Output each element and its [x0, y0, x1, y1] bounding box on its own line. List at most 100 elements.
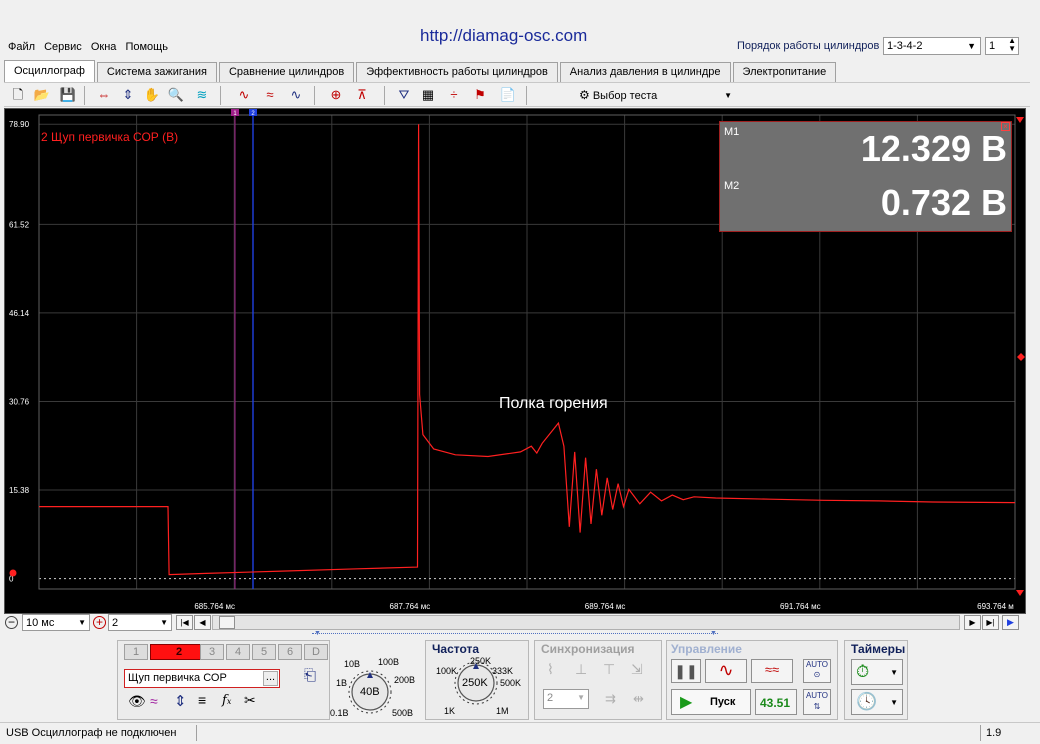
chevron-down-icon: ▼: [724, 91, 732, 100]
menu-service[interactable]: Сервис: [44, 41, 82, 53]
tab-cylinder-efficiency[interactable]: Эффективность работы цилиндров: [356, 62, 558, 82]
save-icon[interactable]: 💾: [58, 86, 78, 104]
channel-4-button[interactable]: 4: [226, 644, 250, 660]
m1-value: 12.329 В: [860, 128, 1007, 169]
auto-mode-button[interactable]: AUTO ⊙: [803, 659, 831, 683]
zoom-icon[interactable]: 🔍: [166, 86, 186, 104]
sync-level-icon[interactable]: ⇉: [605, 691, 616, 707]
waveform-overlay-icon[interactable]: ≈: [260, 86, 280, 104]
channel-1-button[interactable]: 1: [124, 644, 148, 660]
sync-channel-select[interactable]: 2 ▼: [543, 689, 589, 709]
tools-icon[interactable]: ✂: [244, 692, 256, 709]
sync-panel: Синхронизация ⌇ ⊥ ⊤ ⇲ 2 ▼ ⇉ ⇹: [534, 640, 662, 720]
open-folder-icon[interactable]: 📂: [32, 86, 52, 104]
volt-label-200v: 200В: [394, 675, 416, 685]
waveform-scale-icon[interactable]: ∿: [286, 86, 306, 104]
multi-wave-button[interactable]: ≈≈: [751, 659, 793, 683]
notes-icon[interactable]: 📄: [498, 86, 518, 104]
run-button[interactable]: ▶ Пуск: [671, 689, 751, 715]
menu-file[interactable]: Файл: [8, 41, 35, 53]
oscilloscope-screen[interactable]: 78.90 61.52 46.14 30.76 15.38 0 685.764 мс 687…: [4, 108, 1026, 614]
scroll-last-button[interactable]: ▶|: [982, 615, 999, 630]
filter-icon[interactable]: ⛛: [394, 86, 414, 104]
frequency-dial[interactable]: 250K 100K 333K 500K 1K 1M 250K: [426, 653, 530, 719]
x-tick-label: 693.764 м: [977, 602, 1014, 611]
tab-ignition[interactable]: Система зажигания: [96, 62, 217, 82]
sine-mode-button[interactable]: ∿: [705, 659, 747, 683]
split-icon[interactable]: ÷: [444, 86, 464, 104]
voltage-dial-icon: [283, 647, 329, 719]
y-tick-label: 61.52: [9, 220, 30, 229]
new-file-icon[interactable]: 🗋: [8, 86, 28, 104]
table-icon[interactable]: ▦: [418, 86, 438, 104]
menu-windows[interactable]: Окна: [91, 41, 117, 53]
panel-splitter[interactable]: [312, 633, 718, 638]
right-level-marker[interactable]: [1017, 353, 1025, 361]
auto-scale-button[interactable]: AUTO ⇅: [803, 689, 831, 715]
m2-value: 0.732 В: [880, 182, 1007, 223]
timer-1-button[interactable]: ⏱ ▼: [851, 659, 903, 685]
test-select-dropdown[interactable]: ⚙ Выбор теста ▼: [579, 86, 735, 105]
volt-label-0-1v: 0.1В: [330, 708, 349, 718]
scroll-first-button[interactable]: |◀: [176, 615, 193, 630]
tab-oscilloscope[interactable]: Осциллограф: [4, 60, 95, 82]
auto-scale-icon[interactable]: ⊕: [326, 86, 346, 104]
channel-3-button[interactable]: 3: [200, 644, 224, 660]
scroll-next-button[interactable]: ▶: [964, 615, 981, 630]
probe-name-field[interactable]: Щуп первичка СОР ...: [124, 669, 280, 688]
play-live-button[interactable]: ▶: [1002, 615, 1019, 630]
marker-flag-icon[interactable]: ⚑: [470, 86, 490, 104]
top-limit-marker: [1016, 117, 1024, 123]
channel-5-button[interactable]: 5: [252, 644, 276, 660]
layers-icon[interactable]: ≋: [192, 86, 212, 104]
zoom-out-icon[interactable]: −: [5, 616, 18, 629]
vertical-move-icon[interactable]: ⇕: [174, 692, 187, 710]
zero-level-icon[interactable]: ⊼: [352, 86, 372, 104]
chevron-down-icon: ▼: [577, 693, 585, 702]
scroll-prev-button[interactable]: ◀: [194, 615, 211, 630]
y-tick-label: 30.76: [9, 397, 30, 406]
timer-2-button[interactable]: 🕓 ▼: [851, 689, 903, 715]
hand-pan-icon[interactable]: ✋: [142, 86, 162, 104]
status-divider: [196, 725, 197, 741]
cylinder-spinner[interactable]: 1 ▲ ▼: [985, 37, 1019, 55]
sync-rising-edge-icon[interactable]: ⌇: [547, 661, 554, 678]
toolbar-separator: [220, 86, 221, 105]
time-scrollbar-track[interactable]: [212, 615, 960, 630]
status-divider: [980, 725, 981, 741]
sync-pulse-up-icon[interactable]: ⊥: [575, 661, 587, 678]
sync-pulse-down-icon[interactable]: ⊤: [603, 661, 615, 678]
line-style-icon[interactable]: ≡: [198, 692, 206, 708]
x-tick-label: 687.764 мс: [390, 602, 431, 611]
invert-wave-icon[interactable]: ≈: [150, 693, 158, 709]
tab-cylinder-compare[interactable]: Сравнение цилиндров: [218, 62, 355, 82]
x-axis-ticks: 685.764 мс 687.764 мс 689.764 мс 691.764 мс…: [194, 602, 1013, 611]
math-function-icon[interactable]: fx: [222, 693, 231, 708]
time-scrollbar-thumb[interactable]: [219, 616, 235, 629]
firing-order-select[interactable]: 1-3-4-2 ▼: [883, 37, 981, 55]
pause-button[interactable]: ❚❚: [671, 659, 701, 683]
waveform-compare-icon[interactable]: ∿: [234, 86, 254, 104]
tab-power-supply[interactable]: Электропитание: [732, 62, 837, 82]
vertical-cursors-icon[interactable]: ⇕: [118, 86, 138, 104]
channel-panel: 1 2 3 4 5 6 D Щуп первичка СОР ... ⎗ 👁 ≈…: [117, 640, 330, 720]
sync-center-icon[interactable]: ⇹: [633, 691, 644, 707]
probe-browse-button[interactable]: ...: [263, 671, 278, 686]
cursor-markers[interactable]: 1 2: [231, 109, 257, 117]
toolbar: 🗋 📂 💾 ⇔ ⇕ ✋ 🔍 ≋ ∿ ≈ ∿ ⊕ ⊼ ⛛ ▦ ÷ ⚑ 📄 ⚙ Вы…: [4, 82, 1030, 107]
clock-icon: 🕓: [856, 692, 878, 711]
toolbar-separator: [314, 86, 315, 105]
time-div-select[interactable]: 10 мс ▼: [22, 614, 90, 631]
zoom-in-icon[interactable]: +: [93, 616, 106, 629]
channel-select[interactable]: 2 ▼: [108, 614, 172, 631]
voltage-knob[interactable]: [283, 647, 329, 719]
sync-auto-icon[interactable]: ⇲: [631, 661, 643, 678]
voltage-dial[interactable]: 10В 100В 1В 200В 0.1В 500В 40В: [330, 648, 420, 720]
tab-pressure-analysis[interactable]: Анализ давления в цилиндре: [559, 62, 731, 82]
sync-channel-value: 2: [547, 692, 554, 704]
channel-zero-marker[interactable]: [9, 569, 17, 577]
visibility-eye-icon[interactable]: 👁: [128, 693, 146, 710]
menu-help[interactable]: Помощь: [125, 41, 168, 53]
control-title: Управление: [671, 642, 742, 656]
horizontal-cursors-icon[interactable]: ⇔: [94, 86, 114, 104]
